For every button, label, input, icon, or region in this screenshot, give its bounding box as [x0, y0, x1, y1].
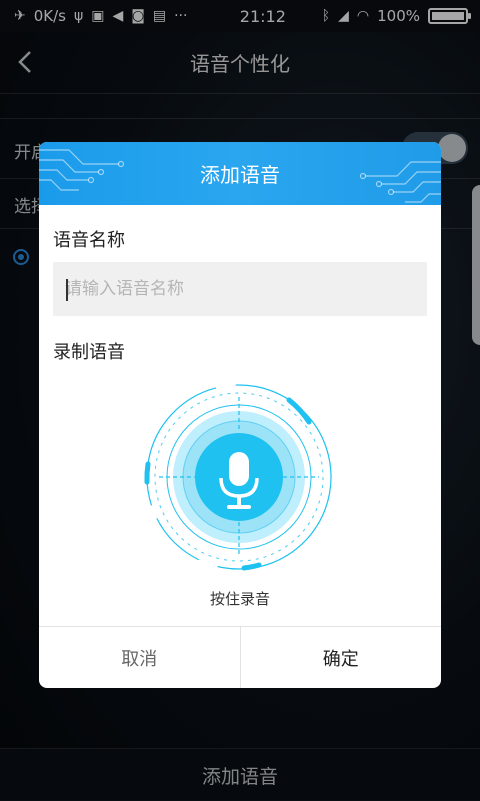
text-caret	[66, 279, 68, 301]
dialog-buttons: 取消 确定	[39, 626, 441, 688]
add-voice-dialog: 添加语音 语音名称 录制语音 按住录音 取消	[39, 142, 441, 688]
circuit-decoration-icon	[359, 161, 441, 203]
voice-name-input[interactable]	[53, 262, 427, 316]
voice-name-label: 语音名称	[53, 230, 125, 251]
record-voice-label: 录制语音	[53, 342, 125, 363]
circuit-decoration-icon	[39, 149, 125, 191]
cancel-button[interactable]: 取消	[39, 627, 241, 688]
record-hint: 按住录音	[209, 590, 270, 608]
record-voice-button[interactable]	[139, 382, 339, 572]
dialog-title: 添加语音	[200, 163, 280, 187]
confirm-button[interactable]: 确定	[241, 627, 442, 688]
dialog-header: 添加语音	[39, 142, 441, 205]
